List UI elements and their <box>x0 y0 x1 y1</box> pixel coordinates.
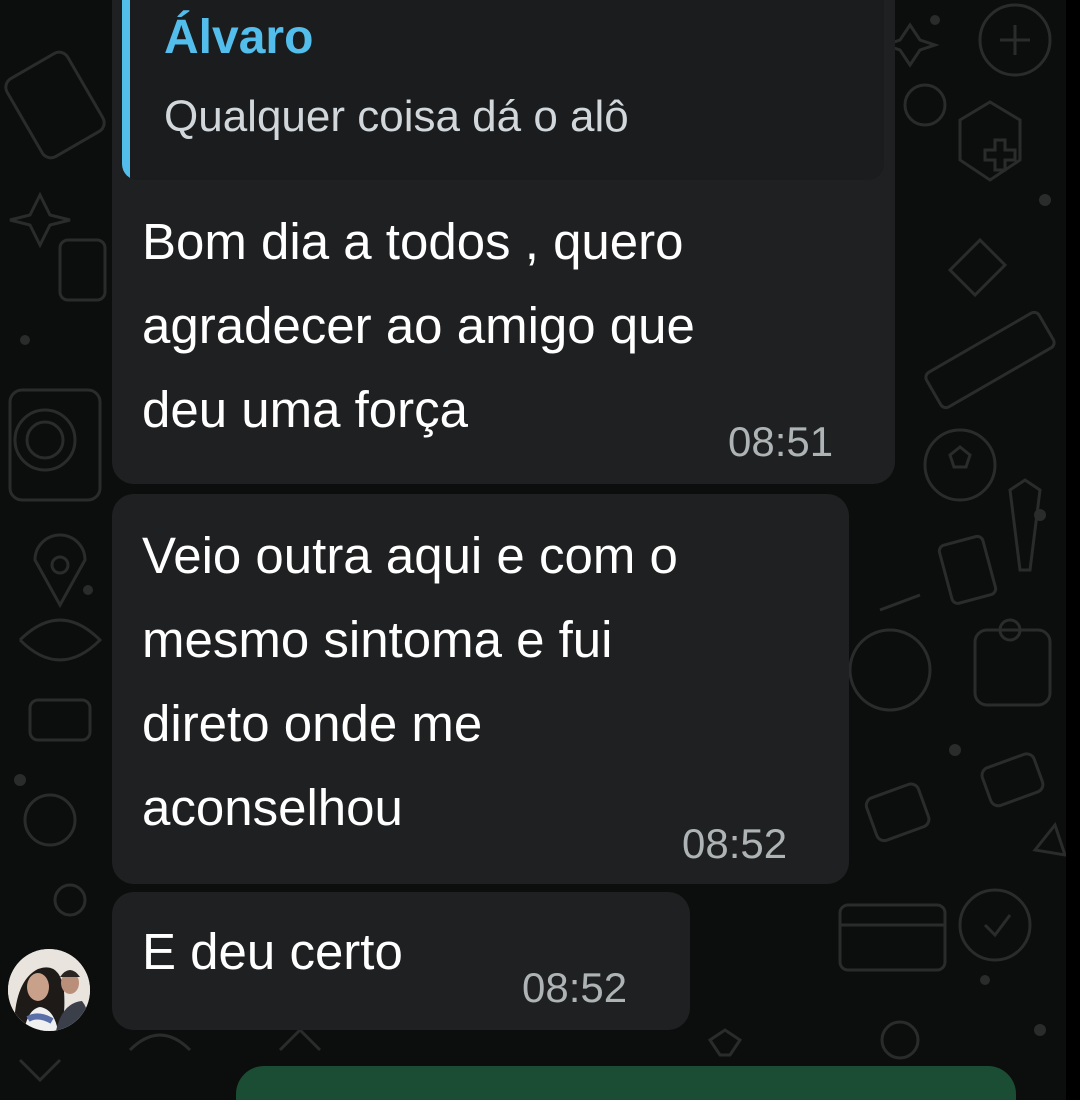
quote-author: Álvaro <box>164 11 314 64</box>
message-text-line: E deu certo <box>142 923 403 980</box>
message-timestamp: 08:51 <box>728 418 834 465</box>
sender-avatar[interactable] <box>8 949 90 1031</box>
message-text-line: Veio outra aqui e com o <box>142 527 678 584</box>
message-text-line: deu uma força <box>142 381 469 438</box>
message-text-line: direto onde me <box>142 695 483 752</box>
quote-accent-bar <box>122 0 130 180</box>
chat-area: Álvaro Qualquer coisa dá o alô Bom dia a… <box>0 0 1066 1100</box>
quote-text: Qualquer coisa dá o alô <box>164 92 629 141</box>
message-bubble[interactable]: Álvaro Qualquer coisa dá o alô Bom dia a… <box>112 0 895 484</box>
message-text-line: aconselhou <box>142 779 403 836</box>
message-text-line: Bom dia a todos , quero <box>142 213 684 270</box>
screen-edge <box>1066 0 1080 1100</box>
green-bar <box>236 1066 1016 1100</box>
message-timestamp: 08:52 <box>682 820 788 867</box>
avatar-photo <box>8 949 90 1031</box>
message-text-line: agradecer ao amigo que <box>142 297 695 354</box>
quoted-message[interactable]: Álvaro Qualquer coisa dá o alô <box>122 0 884 180</box>
message-timestamp: 08:52 <box>522 964 628 1011</box>
message-text-line: mesmo sintoma e fui <box>142 611 613 668</box>
message-bubble[interactable]: E deu certo 08:52 <box>112 892 690 1030</box>
message-bubble[interactable]: Veio outra aqui e com o mesmo sintoma e … <box>112 494 849 884</box>
